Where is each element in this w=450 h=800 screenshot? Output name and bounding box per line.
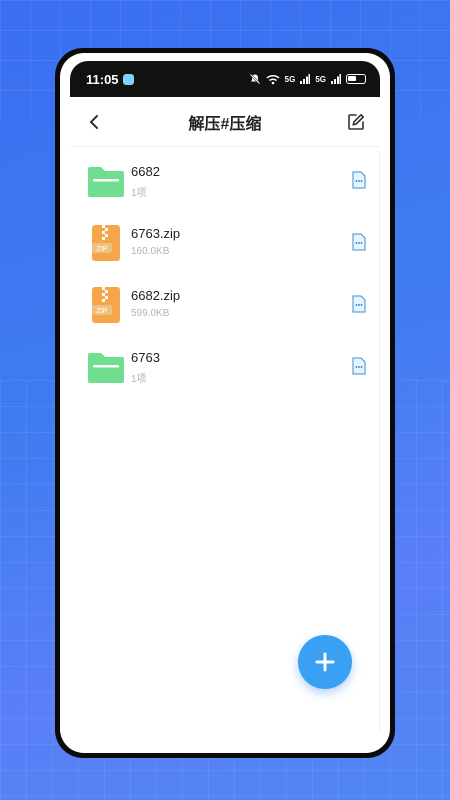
phone-frame: 11:05 5G 5G 解压#压缩 6682 1项 ZIP 6763.zip 1… [55,48,395,758]
file-more-icon[interactable] [352,233,366,251]
file-meta: 1项 [131,374,147,385]
file-more-icon[interactable] [352,357,366,375]
file-more-icon[interactable] [352,295,366,313]
network-label-2: 5G [315,74,326,84]
zip-label: ZIP [97,246,108,253]
file-name: 6763 [131,350,160,365]
file-meta: 599.0KB [131,308,170,319]
file-name: 6682 [131,164,160,179]
file-meta: 1项 [131,188,147,199]
file-row[interactable]: 6763 1项 [70,337,380,399]
status-time: 11:05 [86,71,119,87]
scroll-track [379,151,380,731]
edit-icon [348,114,364,130]
file-row[interactable]: ZIP 6682.zip 599.0KB [70,275,380,337]
mute-bell-icon [249,73,260,85]
page-title: 解压#压缩 [188,115,262,133]
file-row[interactable]: 6682 1项 [70,151,380,213]
edit-button[interactable] [346,111,366,133]
nav-header: 解压#压缩 [70,97,380,147]
status-bar: 11:05 5G 5G [70,61,380,97]
phone-screen: 11:05 5G 5G 解压#压缩 6682 1项 ZIP 6763.zip 1… [60,53,390,753]
file-meta: 160.0KB [131,246,170,257]
signal-icon-2 [331,74,341,84]
zip-icon: ZIP [92,225,120,261]
signal-icon-1 [300,74,311,84]
add-button[interactable] [298,635,352,689]
folder-icon [88,167,124,197]
network-label-1: 5G [284,74,296,84]
file-row[interactable]: ZIP 6763.zip 160.0KB [70,213,380,275]
back-button[interactable] [84,111,104,133]
zip-icon: ZIP [92,287,120,323]
file-name: 6763.zip [131,226,181,241]
wifi-icon [266,74,280,84]
app-notification-icon [122,73,134,85]
file-name: 6682.zip [131,288,181,303]
chevron-left-icon [90,115,98,129]
file-list: 6682 1项 ZIP 6763.zip 160.0KB ZIP 6682.zi… [70,151,380,399]
battery-icon [346,74,366,84]
zip-label: ZIP [97,308,108,315]
plus-icon [315,652,335,672]
folder-icon [88,353,124,383]
file-more-icon[interactable] [352,171,366,189]
